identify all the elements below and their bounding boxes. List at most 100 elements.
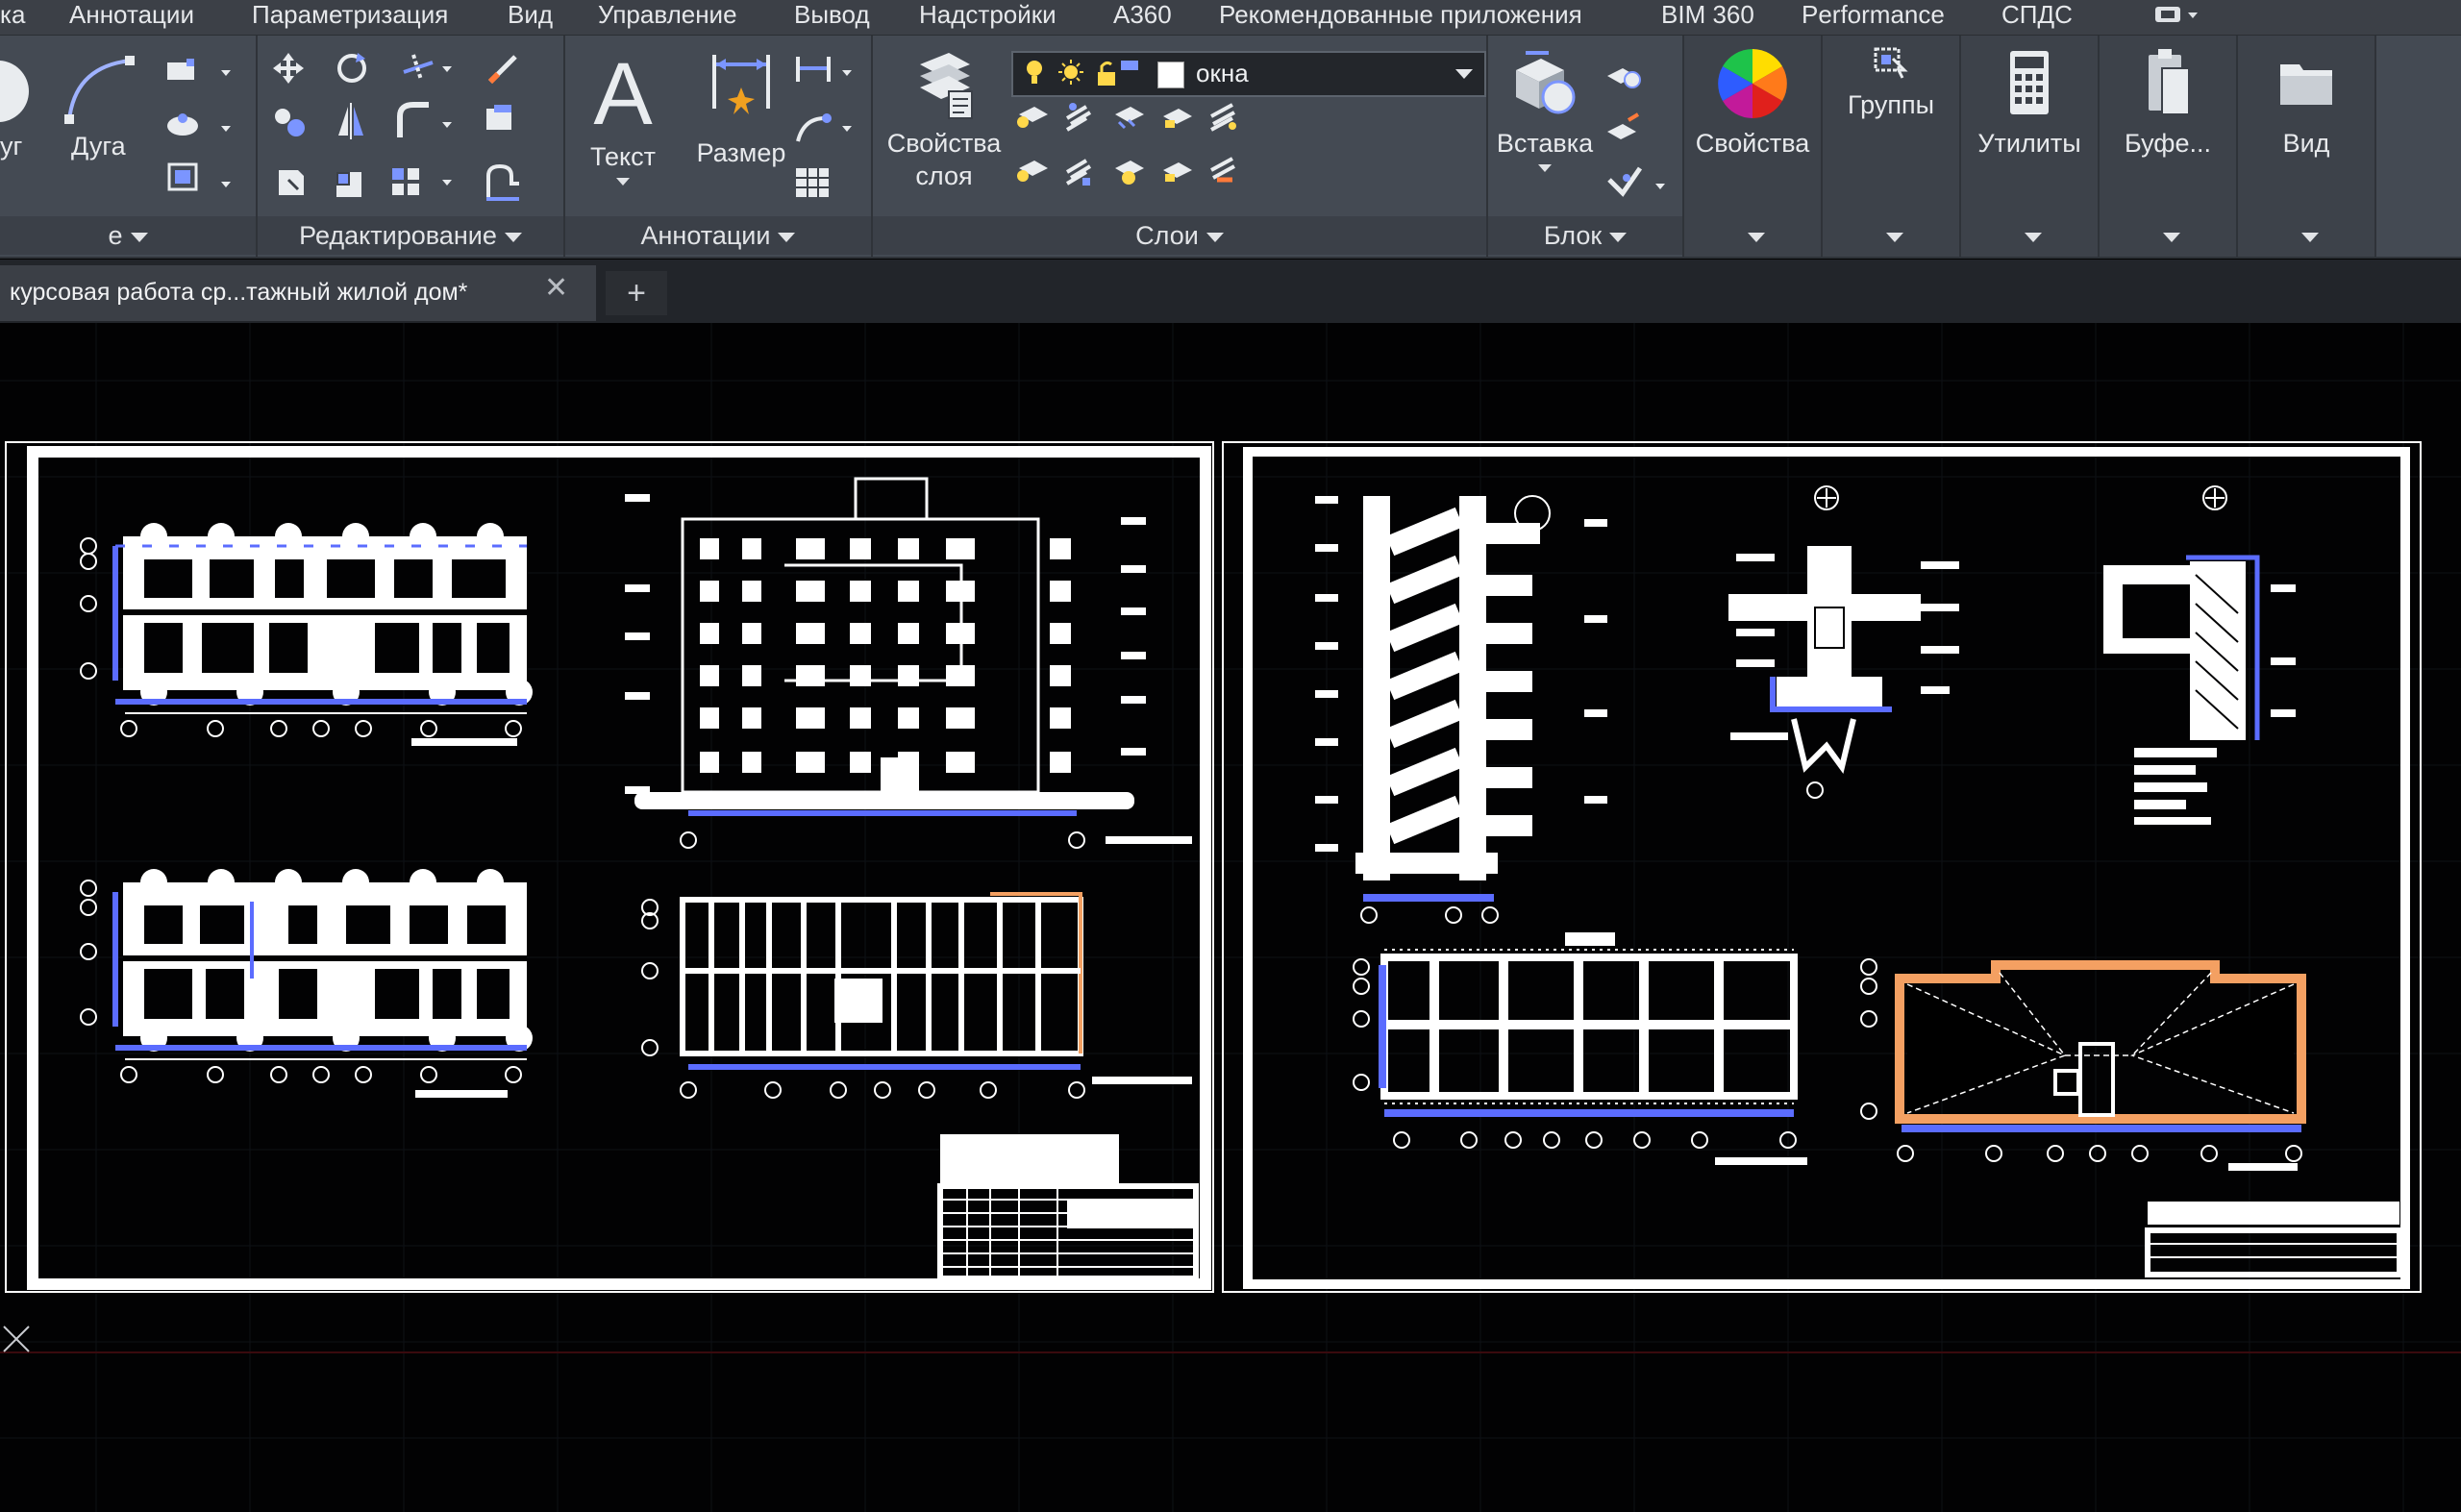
insert-block-label: Вставка — [1496, 129, 1594, 158]
panel-annotation-title[interactable]: Аннотации — [565, 216, 871, 255]
tab-output[interactable]: Вывод — [794, 0, 870, 33]
floor-plan-2 — [80, 869, 533, 1098]
chevron-down-icon — [1609, 232, 1628, 242]
tab-draw-partial[interactable]: ка — [0, 0, 25, 33]
group-icon — [1874, 47, 1908, 79]
block-small-tools-icon[interactable] — [1602, 55, 1678, 209]
tab-performance[interactable]: Performance — [1802, 0, 1945, 33]
view-folder-icon — [2280, 64, 2332, 105]
panel-modify: Редактирование — [258, 36, 565, 257]
drawing-sheet-1[interactable] — [0, 440, 1221, 1296]
utilities-button[interactable]: Утилиты — [1961, 45, 2098, 160]
new-document-button[interactable]: + — [606, 271, 667, 315]
panel-block-title[interactable]: Блок — [1488, 216, 1682, 255]
chevron-down-icon — [778, 232, 796, 242]
chevron-down-icon — [1748, 232, 1765, 242]
panel-draw: уг Дуга е — [0, 36, 258, 257]
panel-groups-expand[interactable] — [1823, 216, 1959, 255]
ucs-axis-icon — [3, 1326, 30, 1352]
chevron-down-icon — [1455, 69, 1473, 79]
document-tab-active[interactable]: курсовая работа ср...тажный жилой дом* ✕ — [0, 265, 596, 321]
panel-view: Вид — [2238, 36, 2376, 257]
layer-dropdown[interactable]: окна — [1011, 51, 1486, 97]
chevron-down-icon — [1886, 232, 1903, 242]
groups-button[interactable]: Группы — [1823, 45, 1959, 121]
tab-featured-apps[interactable]: Рекомендованные приложения — [1219, 0, 1582, 33]
ribbon-tab-bar: ка Аннотации Параметризация Вид Управлен… — [0, 0, 2461, 36]
clipboard-button[interactable]: Буфе... — [2100, 45, 2236, 160]
chevron-down-icon — [2025, 232, 2042, 242]
chevron-down-icon — [1206, 232, 1224, 242]
draw-small-tools-icon[interactable] — [162, 57, 238, 211]
foundation-plan — [1353, 932, 1807, 1165]
document-tab-title: курсовая работа ср...тажный жилой дом* — [10, 279, 468, 306]
circle-icon[interactable] — [0, 53, 38, 130]
tab-parametric[interactable]: Параметризация — [252, 0, 448, 33]
ribbon-toggle-button[interactable] — [2150, 2, 2205, 29]
view-button[interactable]: Вид — [2238, 45, 2374, 160]
color-wheel-icon — [1718, 49, 1787, 118]
layer-properties-button[interactable]: Свойства слоя — [879, 45, 1009, 192]
properties-button[interactable]: Свойства — [1684, 45, 1821, 160]
tab-manage[interactable]: Управление — [598, 0, 737, 33]
layer-properties-label-2: слоя — [915, 161, 973, 190]
dimension-icon — [712, 55, 770, 114]
panel-layers: Свойства слоя окна Слои — [873, 36, 1488, 257]
stair-section — [1315, 495, 1607, 924]
properties-label: Свойства — [1695, 129, 1810, 158]
insert-block-button[interactable]: Вставка — [1492, 47, 1598, 177]
calculator-icon — [2010, 51, 2049, 114]
drawing-sheet-2[interactable] — [1219, 440, 2426, 1296]
title-block — [937, 1134, 1199, 1281]
modify-tools-icon[interactable] — [269, 49, 558, 212]
svg-text:A: A — [593, 45, 653, 136]
title-block-2 — [2145, 1202, 2402, 1277]
chevron-down-icon — [130, 232, 148, 242]
layer-tools-icons[interactable] — [1009, 97, 1298, 209]
tab-a360[interactable]: A360 — [1113, 0, 1172, 33]
text-button[interactable]: A Текст — [565, 43, 681, 190]
close-icon[interactable]: ✕ — [544, 271, 568, 305]
layer-stack-icon — [920, 53, 973, 119]
dimension-button[interactable]: Размер — [679, 49, 804, 169]
ribbon: уг Дуга е Редактирование A Текст Размер … — [0, 36, 2461, 259]
panel-modify-title[interactable]: Редактирование — [258, 216, 563, 255]
panel-properties-expand[interactable] — [1684, 216, 1821, 255]
panel-utilities-expand[interactable] — [1961, 216, 2098, 255]
tab-annotate[interactable]: Аннотации — [69, 0, 194, 33]
clipboard-icon — [2149, 49, 2190, 115]
facade-elevation — [625, 477, 1192, 849]
tab-addins[interactable]: Надстройки — [919, 0, 1056, 33]
panel-draw-title[interactable]: е — [0, 216, 256, 255]
layer-state-icons — [1027, 60, 1138, 86]
groups-label: Группы — [1848, 90, 1934, 119]
chevron-down-icon — [504, 232, 522, 242]
chevron-down-icon — [2163, 232, 2180, 242]
text-button-label: Текст — [590, 142, 656, 171]
dimension-button-label: Размер — [696, 138, 786, 167]
annotation-small-tools-icon[interactable] — [788, 49, 865, 212]
framing-plan — [641, 892, 1192, 1099]
view-label: Вид — [2282, 129, 2330, 158]
current-layer-name: окна — [1196, 59, 1249, 87]
panel-layers-title[interactable]: Слои — [873, 216, 1486, 255]
model-space-canvas[interactable] — [0, 323, 2461, 1512]
layer-properties-label-1: Свойства — [886, 129, 1002, 158]
arc-icon[interactable] — [62, 53, 138, 126]
panel-view-expand[interactable] — [2238, 216, 2374, 255]
circle-label: уг — [0, 132, 23, 161]
tab-spds[interactable]: СПДС — [2001, 0, 2073, 33]
utilities-label: Утилиты — [1977, 129, 2081, 158]
wall-detail-2 — [2103, 485, 2296, 825]
wall-detail-1 — [1728, 485, 1959, 799]
floor-plan-1 — [80, 523, 533, 746]
tab-bim360[interactable]: BIM 360 — [1661, 0, 1754, 33]
panel-clipboard-expand[interactable] — [2100, 216, 2236, 255]
layer-color-swatch — [1157, 62, 1184, 88]
panel-clipboard: Буфе... — [2100, 36, 2238, 257]
panel-block: Вставка Блок — [1488, 36, 1684, 257]
clipboard-label: Буфе... — [2124, 129, 2212, 158]
insert-block-icon — [1516, 51, 1576, 114]
tab-view[interactable]: Вид — [508, 0, 553, 33]
document-tab-bar: курсовая работа ср...тажный жилой дом* ✕… — [0, 260, 2461, 323]
